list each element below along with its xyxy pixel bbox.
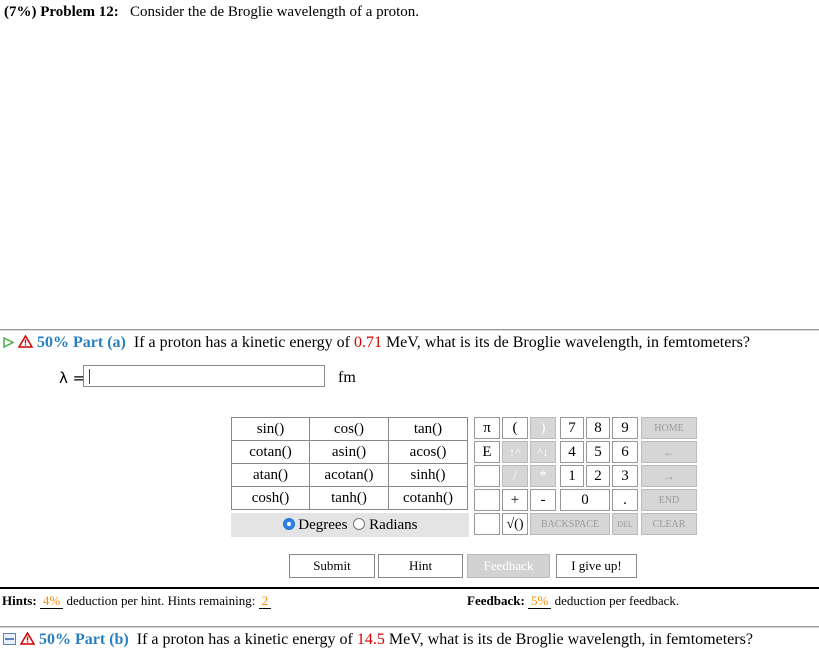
function-keypad: sin() cos() tan() cotan() asin() acos() …: [231, 417, 468, 510]
slash-key[interactable]: /: [502, 465, 528, 487]
radians-option[interactable]: Radians: [353, 517, 417, 534]
clear-key[interactable]: CLEAR: [641, 513, 697, 535]
blank-key-2: [474, 489, 500, 511]
tan-button[interactable]: tan(): [388, 417, 468, 441]
digit-4-key[interactable]: 4: [560, 441, 584, 463]
warning-icon: [18, 335, 33, 348]
tanh-button[interactable]: tanh(): [309, 486, 389, 510]
minus-key[interactable]: -: [530, 489, 556, 511]
part-b-label: 50% Part (b): [39, 631, 129, 648]
blank-key-1: [474, 465, 500, 487]
digit-3-key[interactable]: 3: [612, 465, 638, 487]
part-a-text-before: If a proton has a kinetic energy of: [133, 334, 350, 351]
hints-info: Hints: 4% deduction per hint. Hints rema…: [2, 593, 272, 609]
part-a-label: 50% Part (a): [37, 334, 126, 351]
asin-button[interactable]: asin(): [309, 440, 389, 464]
sinh-button[interactable]: sinh(): [388, 463, 468, 487]
angle-mode-selector: Degrees Radians: [231, 513, 469, 537]
feedback-button[interactable]: Feedback: [467, 554, 550, 578]
digit-9-key[interactable]: 9: [612, 417, 638, 439]
digit-1-key[interactable]: 1: [560, 465, 584, 487]
degrees-label: Degrees: [298, 516, 348, 533]
acotan-button[interactable]: acotan(): [309, 463, 389, 487]
e-key[interactable]: E: [474, 441, 500, 463]
feedback-info: Feedback: 5% deduction per feedback.: [467, 593, 679, 609]
plus-key[interactable]: +: [502, 489, 528, 511]
up-caret-key[interactable]: ↑^: [502, 441, 528, 463]
sin-button[interactable]: sin(): [231, 417, 310, 441]
atan-button[interactable]: atan(): [231, 463, 310, 487]
decimal-point-key[interactable]: .: [612, 489, 638, 511]
submit-button[interactable]: Submit: [289, 554, 375, 578]
hint-button[interactable]: Hint: [378, 554, 463, 578]
feedback-label: Feedback:: [467, 593, 525, 608]
unit-label: fm: [338, 369, 356, 386]
part-b-question: 50% Part (b) If a proton has a kinetic e…: [3, 631, 753, 649]
hints-separator: [0, 587, 819, 589]
part-b-separator: [0, 626, 819, 628]
digit-0-key[interactable]: 0: [560, 489, 610, 511]
cotan-button[interactable]: cotan(): [231, 440, 310, 464]
cosh-button[interactable]: cosh(): [231, 486, 310, 510]
part-a-text-after: MeV, what is its de Broglie wavelength, …: [385, 334, 751, 351]
sqrt-key[interactable]: √(): [502, 513, 528, 535]
open-paren-key[interactable]: (: [502, 417, 528, 439]
collapsed-part-icon[interactable]: [3, 633, 16, 645]
digit-2-key[interactable]: 2: [586, 465, 610, 487]
problem-number: (7%) Problem 12:: [4, 4, 119, 20]
problem-statement: Consider the de Broglie wavelength of a …: [129, 4, 420, 20]
feedback-deduction: 5%: [528, 593, 552, 609]
part-b-text-before: If a proton has a kinetic energy of: [136, 631, 353, 648]
blank-key-3: [474, 513, 500, 535]
warning-icon: [20, 632, 35, 645]
delete-key[interactable]: DEL: [612, 513, 638, 535]
cos-button[interactable]: cos(): [309, 417, 389, 441]
degrees-radio[interactable]: [282, 517, 295, 530]
close-paren-key[interactable]: ): [530, 417, 556, 439]
expand-arrow-icon[interactable]: [3, 337, 14, 348]
hint-deduction: 4%: [39, 593, 64, 609]
cotanh-button[interactable]: cotanh(): [388, 486, 468, 510]
part-a-separator: [0, 329, 819, 331]
hints-text: deduction per hint. Hints remaining:: [66, 593, 256, 608]
hints-label: Hints:: [2, 593, 37, 608]
feedback-text: deduction per feedback.: [554, 593, 680, 608]
give-up-button[interactable]: I give up!: [556, 554, 637, 578]
answer-input[interactable]: [83, 365, 325, 387]
part-b-text-after: MeV, what is its de Broglie wavelength, …: [388, 631, 753, 648]
cursor-left-key[interactable]: ←: [641, 441, 697, 463]
problem-header: (7%) Problem 12: Consider the de Broglie…: [4, 4, 419, 21]
text-caret: [89, 369, 90, 384]
digit-5-key[interactable]: 5: [586, 441, 610, 463]
hints-remaining: 2: [258, 593, 272, 609]
star-key[interactable]: *: [530, 465, 556, 487]
digit-6-key[interactable]: 6: [612, 441, 638, 463]
caret-down-key[interactable]: ^↓: [530, 441, 556, 463]
backspace-key[interactable]: BACKSPACE: [530, 513, 610, 535]
lambda-label: λ =: [59, 369, 86, 387]
digit-7-key[interactable]: 7: [560, 417, 584, 439]
acos-button[interactable]: acos(): [388, 440, 468, 464]
degrees-option[interactable]: Degrees: [282, 516, 348, 534]
digit-8-key[interactable]: 8: [586, 417, 610, 439]
end-key[interactable]: END: [641, 489, 697, 511]
home-key[interactable]: HOME: [641, 417, 697, 439]
radians-radio[interactable]: [353, 517, 366, 530]
pi-key[interactable]: π: [474, 417, 500, 439]
radians-label: Radians: [369, 516, 418, 533]
part-a-question: 50% Part (a) If a proton has a kinetic e…: [3, 334, 750, 352]
part-a-energy-value: 0.71: [353, 334, 382, 351]
cursor-right-key[interactable]: →: [641, 465, 697, 487]
part-b-energy-value: 14.5: [356, 631, 385, 648]
